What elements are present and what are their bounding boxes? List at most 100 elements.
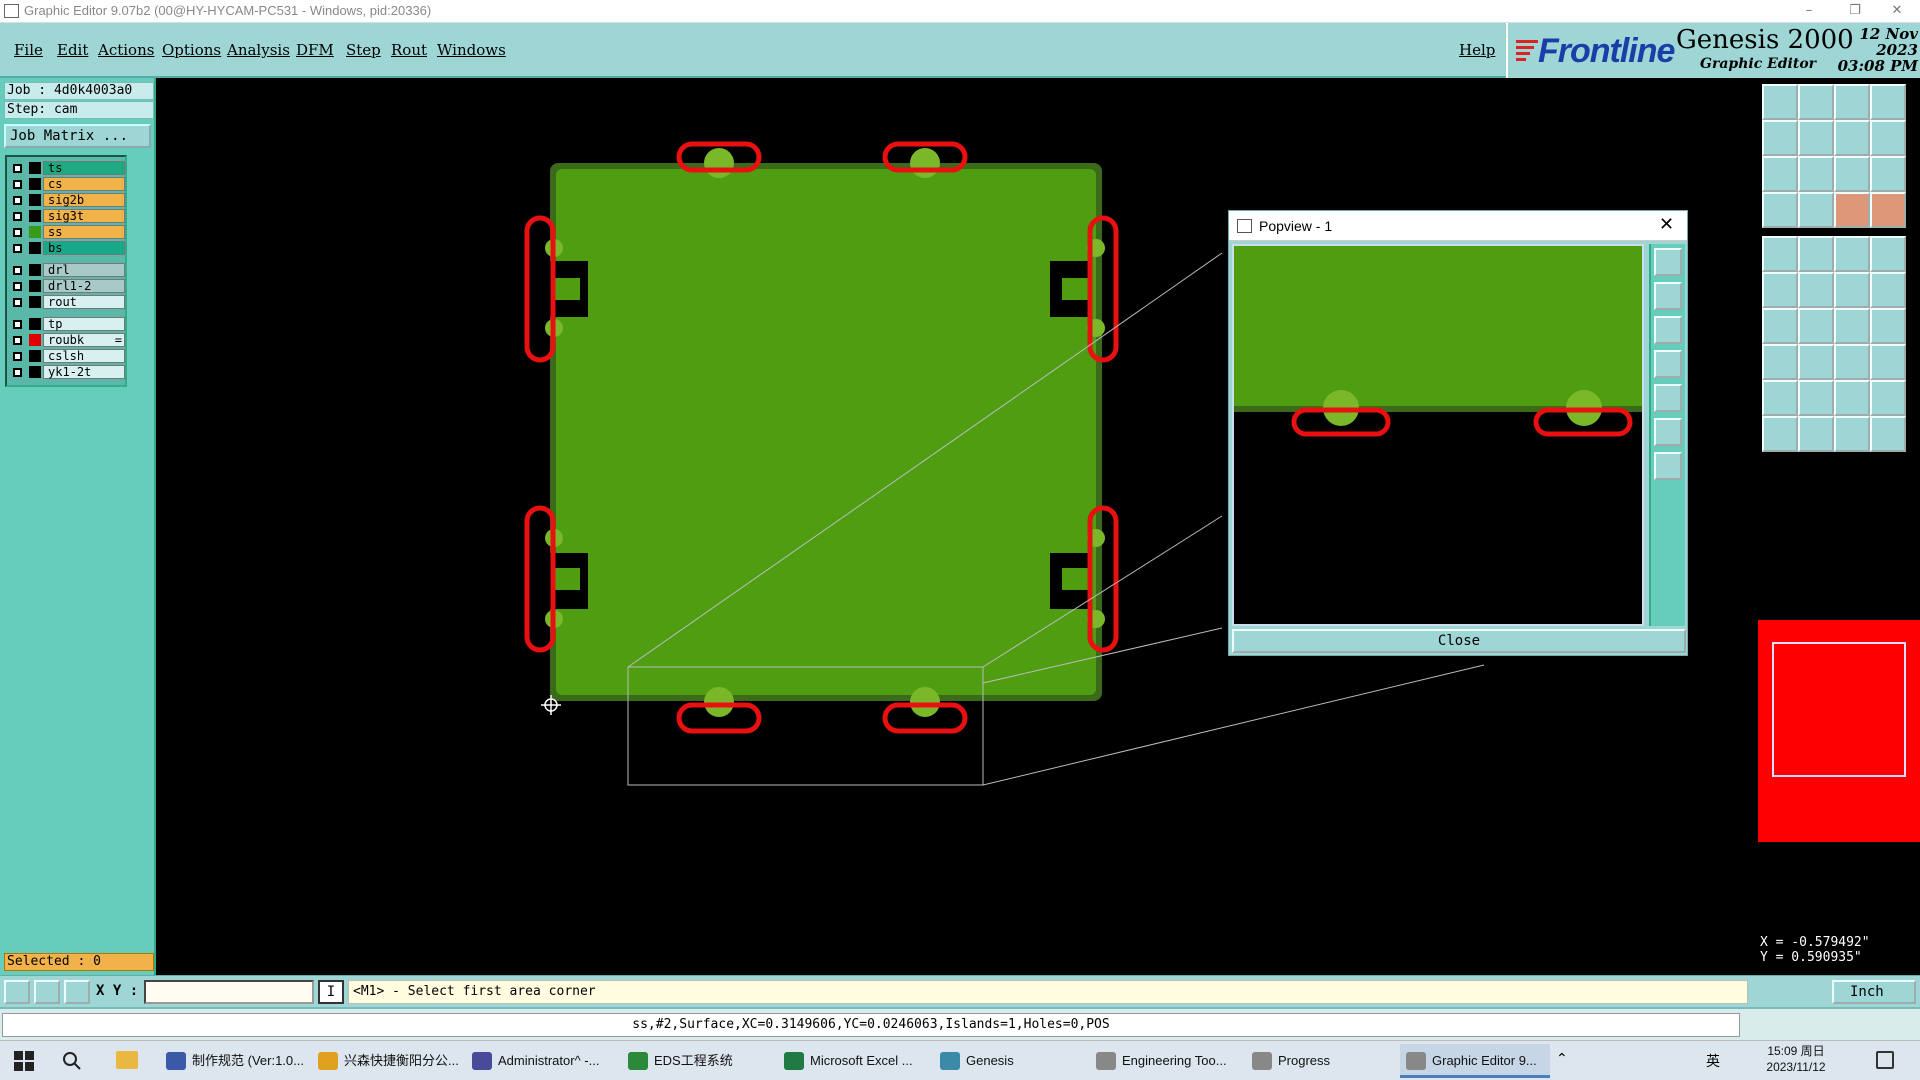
tool-button-0-1-icon[interactable]: [1798, 84, 1834, 120]
layer-color-swatch[interactable]: [29, 264, 41, 276]
layer-name[interactable]: ss: [43, 225, 125, 239]
layer-color-swatch[interactable]: [29, 226, 41, 238]
taskbar-item[interactable]: 兴森快捷衡阳分公...: [312, 1044, 462, 1078]
menu-rout[interactable]: Rout: [391, 41, 427, 59]
tool-button-0-3-icon[interactable]: [1870, 84, 1906, 120]
layer-checkbox[interactable]: [13, 196, 22, 205]
layer-name[interactable]: rout: [43, 295, 125, 309]
popview-tool-7-icon[interactable]: [1654, 452, 1682, 480]
layer-checkbox[interactable]: [13, 352, 22, 361]
layer-name[interactable]: bs: [43, 241, 125, 255]
layer-name[interactable]: drl: [43, 263, 125, 277]
menu-help[interactable]: Help: [1459, 41, 1495, 59]
layer-row-drl1-2[interactable]: drl1-2: [9, 279, 125, 293]
start-icon[interactable]: [14, 1051, 34, 1071]
tool-button-8-1-icon[interactable]: [1798, 380, 1834, 416]
tool-button-2-3-icon[interactable]: [1870, 156, 1906, 192]
layer-checkbox[interactable]: [13, 164, 22, 173]
layer-row-bs[interactable]: bs: [9, 241, 125, 255]
notifications-icon[interactable]: [1876, 1051, 1894, 1069]
layer-name[interactable]: roubk =: [43, 333, 125, 347]
layer-row-tp[interactable]: tp: [9, 317, 125, 331]
ime-indicator[interactable]: 英: [1706, 1051, 1720, 1071]
measure-tool-icon[interactable]: [34, 980, 60, 1004]
menu-edit[interactable]: Edit: [57, 41, 88, 59]
popview-tool-1-icon[interactable]: [1654, 248, 1682, 276]
tool-button-1-1-icon[interactable]: [1798, 120, 1834, 156]
popview-close-icon[interactable]: ✕: [1659, 214, 1674, 235]
taskbar-item[interactable]: 制作规范 (Ver:1.0...: [160, 1044, 310, 1078]
tool-button-8-0-icon[interactable]: [1762, 380, 1798, 416]
layer-checkbox[interactable]: [13, 244, 22, 253]
tool-button-5-0-icon[interactable]: [1762, 272, 1798, 308]
tool-button-5-1-icon[interactable]: [1798, 272, 1834, 308]
layer-color-swatch[interactable]: [29, 242, 41, 254]
layer-name[interactable]: yk1-2t: [43, 365, 125, 379]
tool-button-2-1-icon[interactable]: [1798, 156, 1834, 192]
tray-chevron-icon[interactable]: ⌃: [1556, 1051, 1568, 1067]
layer-checkbox[interactable]: [13, 212, 22, 221]
close-window-button[interactable]: ✕: [1874, 0, 1920, 23]
layer-name[interactable]: cs: [43, 177, 125, 191]
layer-color-swatch[interactable]: [29, 178, 41, 190]
layer-row-cs[interactable]: cs: [9, 177, 125, 191]
layer-name[interactable]: sig3t: [43, 209, 125, 223]
layer-name[interactable]: drl1-2: [43, 279, 125, 293]
tool-button-0-0-icon[interactable]: [1762, 84, 1798, 120]
layer-row-yk1-2t[interactable]: yk1-2t: [9, 365, 125, 379]
layer-name[interactable]: ts: [43, 161, 125, 175]
menu-step[interactable]: Step: [346, 41, 381, 59]
tool-button-7-2-icon[interactable]: [1834, 344, 1870, 380]
tool-button-3-1-icon[interactable]: [1798, 192, 1834, 228]
layer-checkbox[interactable]: [13, 320, 22, 329]
layer-row-sig3t[interactable]: sig3t: [9, 209, 125, 223]
taskbar-item[interactable]: Genesis: [934, 1044, 1084, 1078]
popview-tool-6-icon[interactable]: [1654, 418, 1682, 446]
maximize-button[interactable]: ❐: [1832, 0, 1878, 23]
layer-checkbox[interactable]: [13, 180, 22, 189]
grid-tool-icon[interactable]: [64, 980, 90, 1004]
tool-button-3-0-icon[interactable]: [1762, 192, 1798, 228]
tool-button-2-2-icon[interactable]: [1834, 156, 1870, 192]
layer-checkbox[interactable]: [13, 266, 22, 275]
layer-color-swatch[interactable]: [29, 210, 41, 222]
layer-color-swatch[interactable]: [29, 194, 41, 206]
job-matrix-button[interactable]: Job Matrix ...: [4, 124, 151, 148]
overview-map[interactable]: [1758, 620, 1920, 842]
tool-button-1-3-icon[interactable]: [1870, 120, 1906, 156]
tool-button-6-0-icon[interactable]: [1762, 308, 1798, 344]
menu-file[interactable]: File: [14, 41, 43, 59]
tray-clock[interactable]: 15:09 周日 2023/11/12: [1756, 1043, 1836, 1075]
popview-tool-4-icon[interactable]: [1654, 350, 1682, 378]
layer-row-drl[interactable]: drl: [9, 263, 125, 277]
tool-button-6-3-icon[interactable]: [1870, 308, 1906, 344]
xy-input[interactable]: [144, 980, 314, 1004]
snap-tool-icon[interactable]: [4, 980, 30, 1004]
tool-button-0-2-icon[interactable]: [1834, 84, 1870, 120]
layer-checkbox[interactable]: [13, 228, 22, 237]
tool-button-9-3-icon[interactable]: [1870, 416, 1906, 452]
layer-color-swatch[interactable]: [29, 318, 41, 330]
layer-checkbox[interactable]: [13, 298, 22, 307]
tool-button-6-2-icon[interactable]: [1834, 308, 1870, 344]
layer-color-swatch[interactable]: [29, 366, 41, 378]
tool-button-7-1-icon[interactable]: [1798, 344, 1834, 380]
tool-button-7-0-icon[interactable]: [1762, 344, 1798, 380]
tool-button-8-2-icon[interactable]: [1834, 380, 1870, 416]
tool-button-5-2-icon[interactable]: [1834, 272, 1870, 308]
taskbar-item[interactable]: Administrator^ -...: [466, 1044, 616, 1078]
tool-button-1-2-icon[interactable]: [1834, 120, 1870, 156]
menu-options[interactable]: Options: [162, 41, 221, 59]
minimize-button[interactable]: –: [1786, 0, 1832, 23]
info-button[interactable]: I: [318, 980, 344, 1004]
layer-row-cslsh[interactable]: cslsh: [9, 349, 125, 363]
taskbar-item[interactable]: Progress: [1246, 1044, 1396, 1078]
popview-close-button[interactable]: Close: [1232, 629, 1686, 653]
layer-row-rout[interactable]: rout: [9, 295, 125, 309]
layer-checkbox[interactable]: [13, 282, 22, 291]
layer-row-sig2b[interactable]: sig2b: [9, 193, 125, 207]
layer-color-swatch[interactable]: [29, 350, 41, 362]
popview-tool-3-icon[interactable]: [1654, 316, 1682, 344]
layer-name[interactable]: cslsh: [43, 349, 125, 363]
layer-name[interactable]: tp: [43, 317, 125, 331]
